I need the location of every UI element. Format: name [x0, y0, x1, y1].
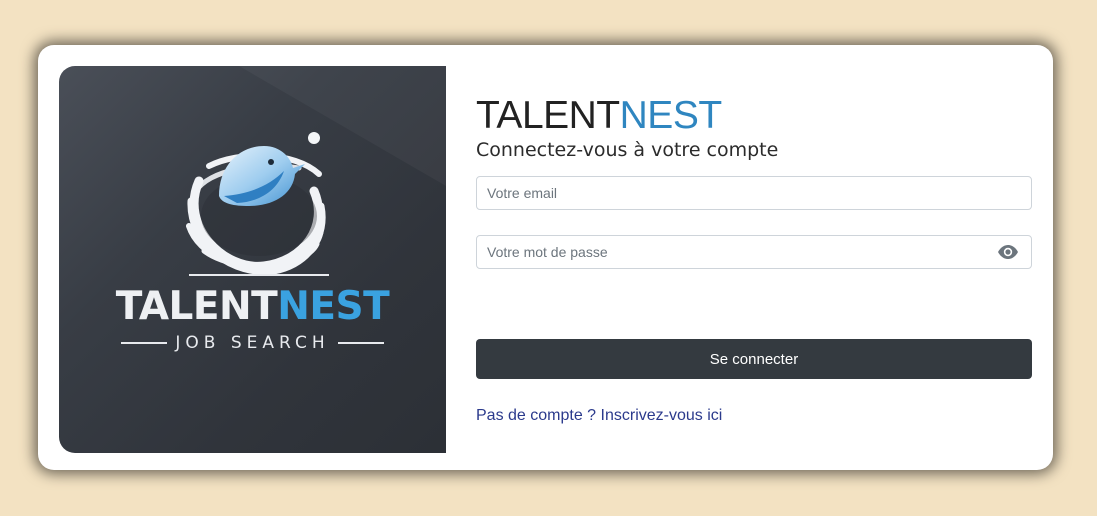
login-form: TALENTNEST Connectez-vous à votre compte… — [476, 93, 1032, 424]
logo-wordmark: TALENTNEST — [115, 284, 390, 329]
page-subtitle: Connectez-vous à votre compte — [476, 139, 779, 161]
logo-image: TALENTNEST JOB SEARCH — [59, 66, 446, 453]
logo-tagline: JOB SEARCH — [59, 333, 446, 353]
eye-icon[interactable] — [997, 244, 1019, 260]
login-button[interactable]: Se connecter — [476, 339, 1032, 379]
bird-nest-icon — [186, 66, 446, 276]
login-card: TALENTNEST JOB SEARCH TALENTNEST Connect… — [38, 45, 1053, 470]
password-field-wrapper — [476, 235, 1032, 269]
email-field[interactable] — [477, 177, 997, 209]
email-field-wrapper — [476, 176, 1032, 210]
password-field[interactable] — [477, 236, 997, 268]
signup-link[interactable]: Pas de compte ? Inscrivez-vous ici — [476, 407, 722, 425]
page-title: TALENTNEST — [476, 94, 722, 137]
